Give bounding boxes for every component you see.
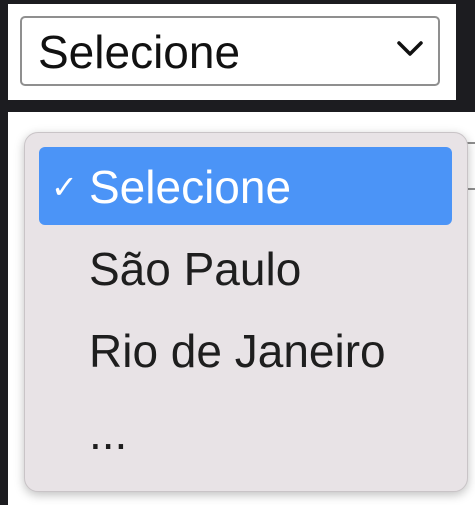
- closed-select-panel: Selecione: [8, 4, 456, 100]
- option-sao-paulo[interactable]: São Paulo: [39, 229, 452, 307]
- chevron-down-icon: [397, 41, 423, 56]
- option-label: Selecione: [89, 161, 292, 213]
- select-value: Selecione: [38, 26, 241, 78]
- option-label: Rio de Janeiro: [89, 325, 386, 377]
- option-rio-de-janeiro[interactable]: Rio de Janeiro: [39, 311, 452, 389]
- option-more[interactable]: ...: [39, 393, 452, 471]
- city-select[interactable]: Selecione: [20, 16, 440, 86]
- open-select-panel: ✓ Selecione São Paulo Rio de Janeiro ...: [8, 112, 475, 505]
- checkmark-icon: ✓: [51, 169, 78, 205]
- option-label: São Paulo: [89, 243, 302, 295]
- dropdown-menu: ✓ Selecione São Paulo Rio de Janeiro ...: [24, 132, 468, 492]
- option-label: ...: [89, 407, 128, 459]
- option-selecione[interactable]: ✓ Selecione: [39, 147, 452, 225]
